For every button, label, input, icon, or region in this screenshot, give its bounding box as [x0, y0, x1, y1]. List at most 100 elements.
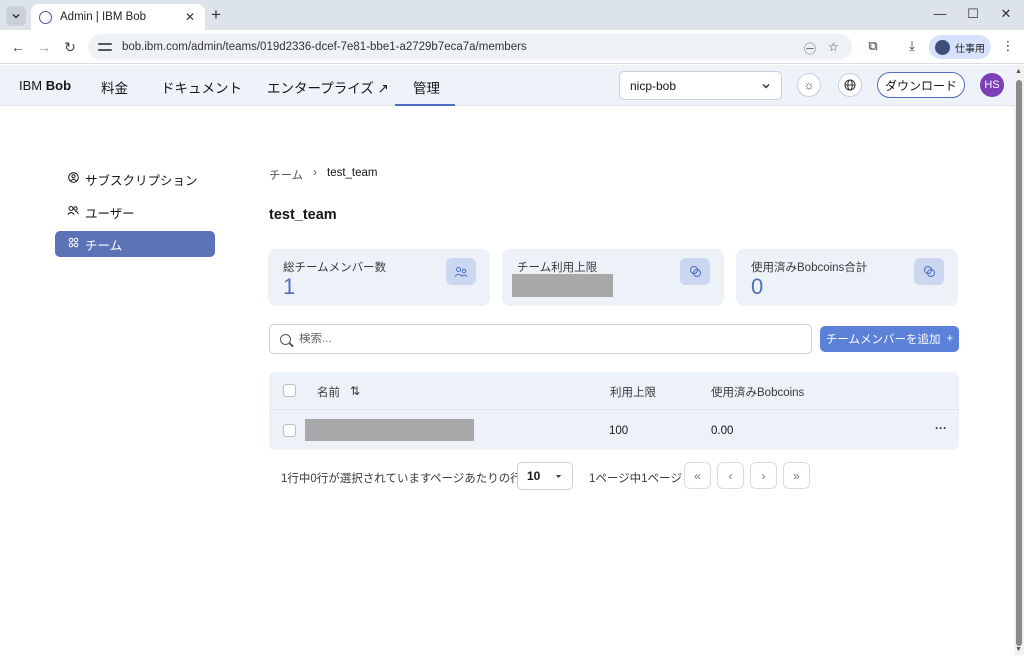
browser-tab[interactable]: Admin | IBM Bob ✕: [31, 4, 205, 30]
chevron-right-icon: ›: [313, 167, 317, 179]
rows-per-page-value: 10: [527, 469, 541, 483]
site-settings-icon[interactable]: [98, 41, 112, 53]
stat-card-label: チーム利用上限: [517, 262, 598, 274]
page-indicator: 1ページ中1ページ: [589, 473, 682, 485]
breadcrumb: チーム › test_team: [269, 167, 378, 183]
profile-chip[interactable]: 仕事用: [929, 35, 991, 59]
globe-icon: [844, 79, 856, 91]
caret-down-icon: [555, 474, 562, 478]
sidebar-item-label: チーム: [85, 238, 123, 253]
select-all-checkbox[interactable]: [283, 384, 296, 397]
plus-icon: +: [946, 333, 954, 345]
brand-prefix: IBM: [19, 78, 43, 93]
nav-enterprise[interactable]: エンタープライズ ↗: [267, 77, 389, 97]
address-bar[interactable]: bob.ibm.com/admin/teams/019d2336-dcef-7e…: [88, 34, 852, 60]
scroll-down-icon[interactable]: ▼: [1015, 646, 1022, 653]
search-input[interactable]: [299, 333, 779, 345]
rows-per-page-select[interactable]: 10: [517, 462, 573, 490]
sidebar-item-teams[interactable]: チーム: [55, 231, 215, 257]
nav-docs[interactable]: ドキュメント: [161, 77, 242, 97]
users-icon: [67, 205, 79, 219]
minimize-icon[interactable]: —: [932, 6, 948, 21]
maximize-icon[interactable]: ☐: [965, 6, 981, 22]
column-header-limit: 利用上限: [610, 387, 656, 399]
profile-label: 仕事用: [955, 43, 985, 55]
selection-status: 1行中0行が選択されています: [281, 473, 432, 485]
bookmark-star-icon[interactable]: ☆: [828, 40, 839, 54]
new-tab-icon[interactable]: +: [211, 6, 221, 24]
prev-page-icon[interactable]: ‹: [717, 462, 744, 489]
tab-title: Admin | IBM Bob: [60, 11, 147, 23]
page-title: test_team: [269, 207, 337, 223]
language-globe-icon[interactable]: [838, 73, 862, 97]
download-icon[interactable]: ⤓: [903, 38, 921, 54]
table-row[interactable]: 100 0.00 ···: [269, 409, 959, 450]
scroll-up-icon[interactable]: ▲: [1015, 68, 1022, 75]
stat-card-label: 使用済みBobcoins合計: [751, 262, 868, 274]
stat-card-team-limit: チーム利用上限: [502, 249, 724, 306]
stat-card-label: 総チームメンバー数: [283, 262, 387, 274]
browser-tabstrip: Admin | IBM Bob ✕ + — ☐ ✕: [0, 0, 1024, 30]
add-team-member-label: チームメンバーを追加: [825, 334, 941, 346]
last-page-icon[interactable]: »: [783, 462, 810, 489]
sidebar-item-label: サブスクリプション: [85, 173, 198, 188]
cell-used-bobcoins: 0.00: [711, 425, 734, 437]
search-box[interactable]: [269, 324, 812, 354]
sort-icon[interactable]: ⇅: [350, 384, 360, 398]
reload-icon[interactable]: ↻: [62, 39, 78, 55]
tab-search-button[interactable]: [6, 6, 26, 26]
browser-toolbar: ← → ↻ bob.ibm.com/admin/teams/019d2336-d…: [0, 30, 1024, 64]
sidebar-item-label: ユーザー: [85, 206, 135, 221]
chevron-down-icon: [762, 83, 770, 89]
scrollbar-thumb[interactable]: [1016, 80, 1022, 646]
url-text[interactable]: bob.ibm.com/admin/teams/019d2336-dcef-7e…: [122, 41, 527, 53]
stat-card-total-members: 総チームメンバー数 1: [268, 249, 490, 306]
sidebar-item-subscription[interactable]: サブスクリプション: [55, 166, 215, 192]
next-page-icon[interactable]: ›: [750, 462, 777, 489]
stat-card-value: 0: [751, 274, 764, 299]
brand-name: Bob: [45, 78, 72, 93]
bob-favicon-icon: [39, 10, 52, 24]
team-icon: [67, 237, 79, 251]
stat-card-used-bobcoins: 使用済みBobcoins合計 0: [736, 249, 958, 306]
nav-admin[interactable]: 管理: [413, 77, 440, 97]
close-icon[interactable]: ✕: [183, 10, 197, 24]
users-icon: [446, 258, 476, 285]
nav-pricing[interactable]: 料金: [101, 77, 128, 97]
members-table: 名前 ⇅ 利用上限 使用済みBobcoins 100 0.00 ···: [269, 372, 959, 450]
row-checkbox[interactable]: [283, 424, 296, 437]
back-arrow-icon[interactable]: ←: [10, 39, 26, 55]
download-button[interactable]: ダウンロード: [877, 72, 965, 98]
app-header: IBM Bob 料金 ドキュメント エンタープライズ ↗ 管理 nicp-bob…: [0, 65, 1014, 106]
coins-icon: [680, 258, 710, 285]
extensions-icon[interactable]: ⧉: [864, 38, 882, 54]
column-header-name[interactable]: 名前: [317, 384, 340, 400]
table-header: 名前 ⇅ 利用上限 使用済みBobcoins: [269, 372, 959, 408]
row-actions-icon[interactable]: ···: [935, 421, 947, 435]
redacted-name: [305, 419, 474, 441]
breadcrumb-parent[interactable]: チーム: [269, 167, 303, 183]
add-team-member-button[interactable]: チームメンバーを追加 +: [820, 326, 959, 352]
browser-menu-icon[interactable]: ⋮: [999, 38, 1017, 54]
user-circle-icon: [67, 172, 79, 186]
brand-logo[interactable]: IBM Bob: [19, 78, 71, 93]
window-close-icon[interactable]: ✕: [998, 6, 1014, 22]
sidebar-item-users[interactable]: ユーザー: [55, 199, 215, 225]
translate-icon[interactable]: ㊀: [804, 40, 816, 57]
stat-card-value: 1: [283, 274, 296, 299]
first-page-icon[interactable]: «: [684, 462, 711, 489]
org-select[interactable]: nicp-bob: [619, 71, 782, 100]
chevron-down-icon: [12, 13, 20, 19]
redacted-value: [512, 274, 613, 297]
coins-icon: [914, 258, 944, 285]
breadcrumb-current: test_team: [327, 167, 378, 179]
search-icon: [280, 333, 291, 345]
cell-limit: 100: [609, 425, 629, 437]
nav-active-indicator: [395, 104, 455, 106]
page-scrollbar[interactable]: ▲ ▼: [1014, 65, 1024, 655]
forward-arrow-icon[interactable]: →: [36, 39, 52, 55]
org-select-value: nicp-bob: [630, 78, 677, 93]
user-avatar[interactable]: HS: [980, 73, 1004, 97]
theme-toggle-icon[interactable]: ☼: [797, 73, 821, 97]
profile-avatar: [935, 39, 950, 55]
